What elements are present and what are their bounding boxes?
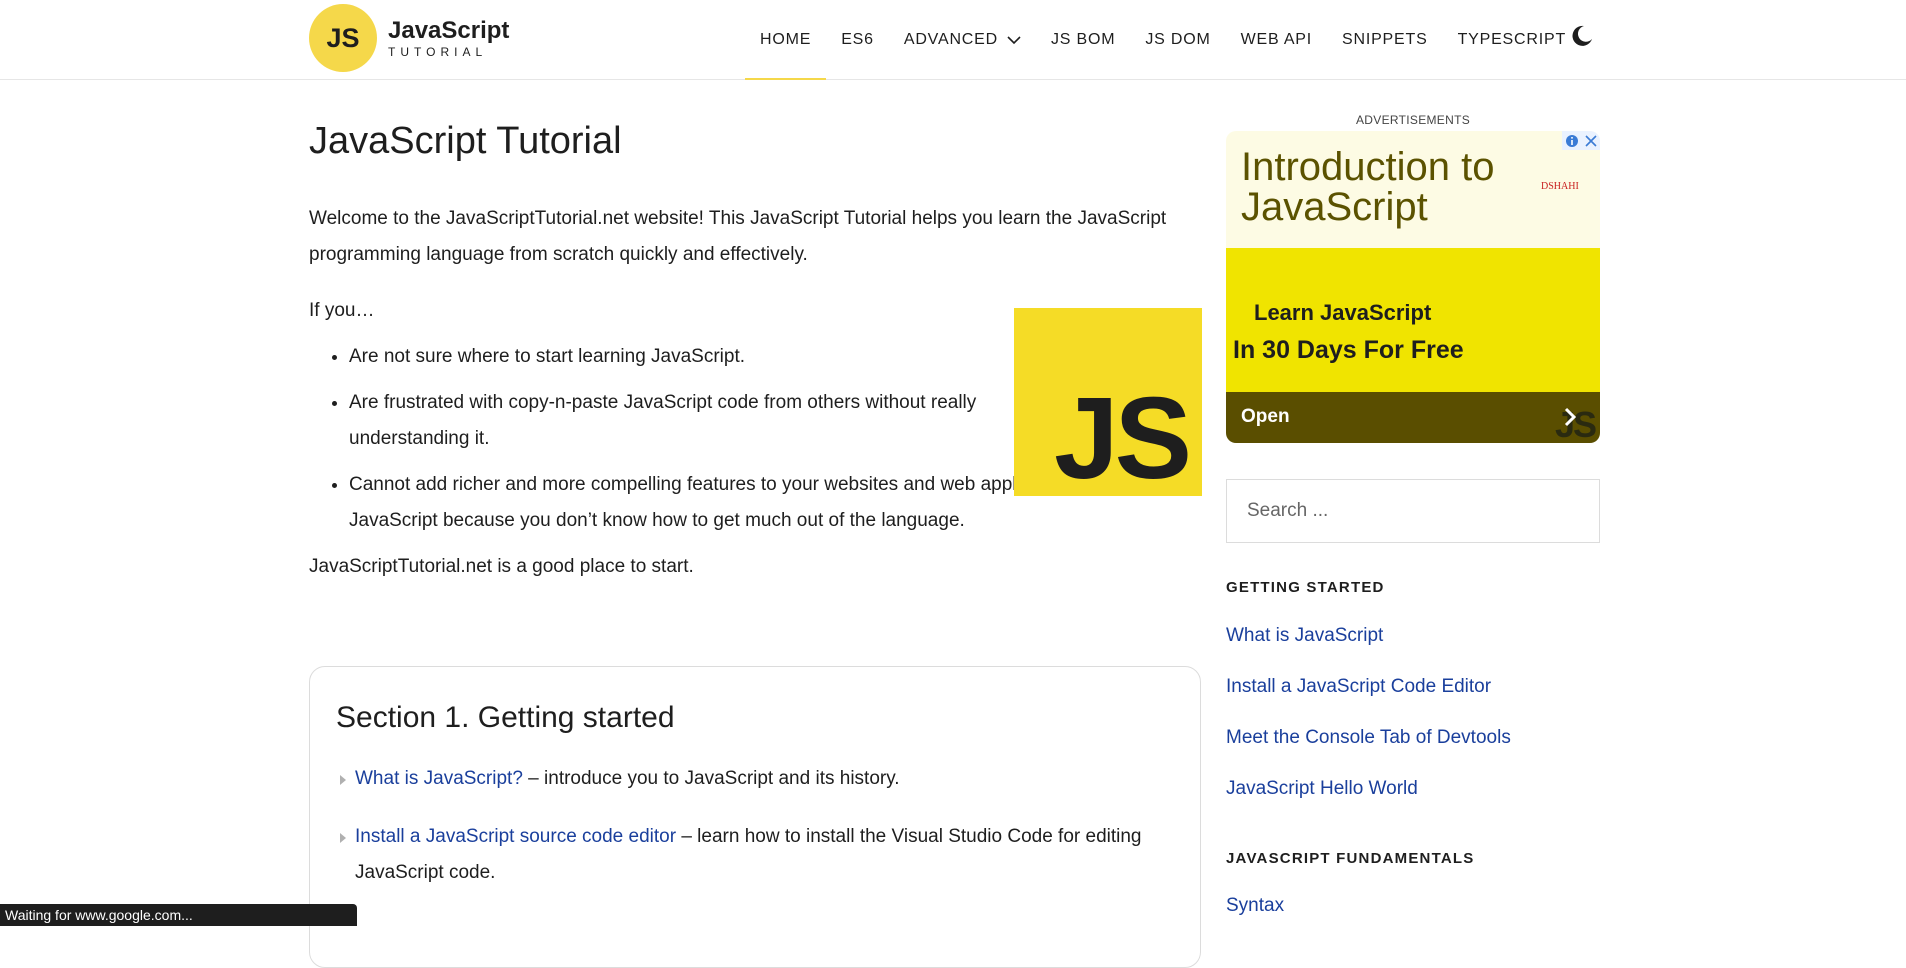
site-logo[interactable]: JS JavaScript TUTORIAL [309,4,509,72]
fundamentals-heading: JAVASCRIPT FUNDAMENTALS [1226,850,1475,867]
nav-snippets[interactable]: SNIPPETS [1342,0,1428,79]
logo-title: JavaScript [388,16,510,44]
ad-info-icon[interactable] [1562,131,1581,150]
nav-typescript[interactable]: TYPESCRIPT [1458,0,1566,79]
triangle-right-icon [340,833,346,843]
chevron-right-icon [1564,407,1577,427]
sidebar: ADVERTISEMENTS Introduction to JavaScrip… [1226,79,1600,917]
logo-text: JavaScript TUTORIAL [388,16,510,59]
nav-es6[interactable]: ES6 [841,0,874,79]
ad-top: Introduction to JavaScript DSHAHI [1226,131,1600,248]
browser-status-bar: Waiting for www.google.com... [0,904,357,926]
section-item: What is JavaScript? – introduce you to J… [340,761,1200,797]
nav-home-label: HOME [760,30,812,48]
nav-js-bom[interactable]: JS BOM [1051,0,1115,79]
advertisement-banner[interactable]: Introduction to JavaScript DSHAHI Learn … [1226,131,1600,443]
ad-line2: In 30 Days For Free [1233,336,1464,364]
logo-badge: JS [309,4,377,72]
ad-close-icon[interactable] [1581,131,1600,150]
page-title: JavaScript Tutorial [309,120,622,162]
nav-js-dom[interactable]: JS DOM [1145,0,1210,79]
nav-web-api-label: WEB API [1240,30,1313,48]
start-paragraph: JavaScriptTutorial.net is a good place t… [309,556,694,577]
triangle-right-icon [340,775,346,785]
intro-paragraph: Welcome to the JavaScriptTutorial.net we… [309,208,1167,265]
ad-line1: Learn JavaScript [1254,300,1432,325]
list-item: Are frustrated with copy-n-paste JavaScr… [349,385,989,457]
nav-js-bom-label: JS BOM [1050,30,1116,48]
nav-web-api[interactable]: WEB API [1241,0,1312,79]
ad-middle: Learn JavaScript In 30 Days For Free [1226,248,1600,392]
section-item: Install a JavaScript source code editor … [340,819,1155,891]
logo-subtitle: TUTORIAL [388,44,488,59]
ad-headline: Introduction to JavaScript [1241,145,1495,229]
ad-open-bar[interactable]: Open JS [1226,392,1600,443]
nav-snippets-label: SNIPPETS [1342,30,1428,48]
search-placeholder: Search ... [1247,500,1329,521]
getting-started-heading: GETTING STARTED [1226,579,1385,596]
js-logo-text: JS [1054,373,1192,503]
nav-advanced-label: ADVANCED [903,30,998,48]
nav-es6-label: ES6 [841,30,874,48]
section-item-desc: – introduce you to JavaScript and its hi… [522,768,900,789]
list-item: Are not sure where to start learning Jav… [349,339,1009,375]
section-title: Section 1. Getting started [336,701,675,734]
ad-brand: DSHAHI [1541,181,1579,192]
sidebar-link-install-editor[interactable]: Install a JavaScript Code Editor [1226,676,1600,698]
main-nav: HOME ES6 ADVANCED JS BOM JS DOM WEB API … [744,0,1596,80]
search-input[interactable]: Search ... [1226,479,1600,543]
nav-advanced[interactable]: ADVANCED [904,0,1021,79]
install-editor-link[interactable]: Install a JavaScript source code editor [355,826,676,847]
sidebar-link-console-tab[interactable]: Meet the Console Tab of Devtools [1226,727,1600,749]
nav-typescript-label: TYPESCRIPT [1457,30,1567,48]
ad-choice-icons [1562,131,1600,150]
ad-open-label: Open [1241,406,1290,427]
nav-home[interactable]: HOME [744,0,827,80]
sidebar-link-syntax[interactable]: Syntax [1226,895,1600,917]
sidebar-link-what-is-javascript[interactable]: What is JavaScript [1226,625,1600,647]
main-content: JavaScript Tutorial Welcome to the JavaS… [309,79,1202,968]
site-header: JS JavaScript TUTORIAL HOME ES6 ADVANCED… [0,0,1906,80]
section-getting-started: Section 1. Getting started What is JavaS… [309,666,1201,968]
dark-mode-moon-icon[interactable] [1570,24,1594,48]
advertisements-label: ADVERTISEMENTS [1356,113,1470,127]
chevron-down-icon [1007,35,1021,44]
js-logo-image: JS [1014,308,1202,496]
sidebar-link-hello-world[interactable]: JavaScript Hello World [1226,778,1600,800]
nav-js-dom-label: JS DOM [1145,30,1211,48]
what-is-javascript-link[interactable]: What is JavaScript? [355,768,523,789]
